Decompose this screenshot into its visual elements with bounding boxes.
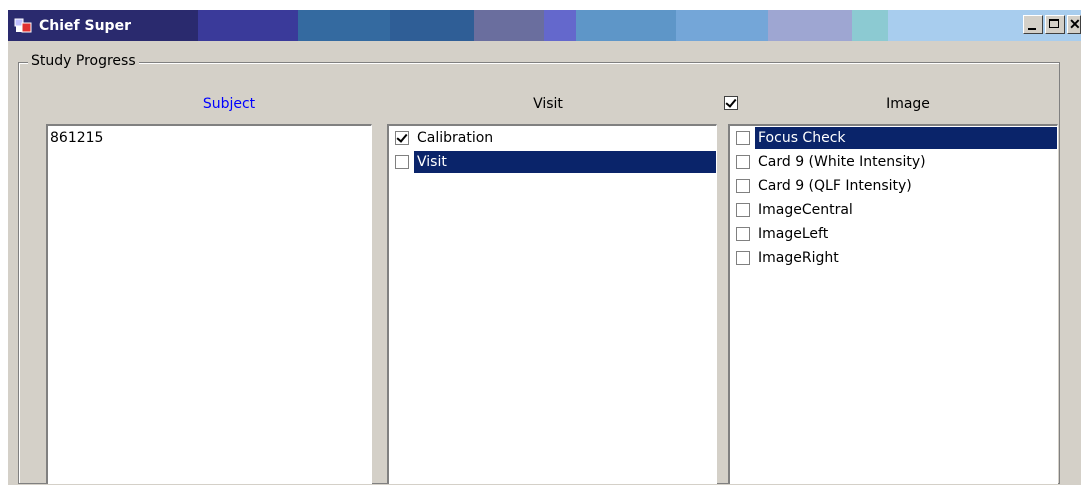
window-title: Chief Super xyxy=(39,17,131,34)
close-icon: ✕ xyxy=(1069,16,1081,32)
subject-list-item[interactable]: 861215 xyxy=(48,126,371,150)
title-bar[interactable] xyxy=(8,10,1081,41)
visit-checkbox[interactable] xyxy=(395,131,409,145)
image-label: ImageRight xyxy=(758,250,839,266)
image-list-item[interactable]: Focus Check xyxy=(730,126,1057,150)
minimize-button[interactable] xyxy=(1023,15,1043,34)
image-list-item[interactable]: ImageRight xyxy=(730,246,1057,270)
subject-listbox[interactable]: 861215 xyxy=(46,124,372,484)
image-checkbox[interactable] xyxy=(736,251,750,265)
image-listbox[interactable]: Focus Check Card 9 (White Intensity) Card … xyxy=(728,124,1058,484)
visit-checkbox[interactable] xyxy=(395,155,409,169)
image-list-item[interactable]: Card 9 (White Intensity) xyxy=(730,150,1057,174)
app-flag-icon[interactable] xyxy=(13,17,35,35)
image-checkbox[interactable] xyxy=(736,131,750,145)
close-button[interactable]: ✕ xyxy=(1067,15,1081,34)
image-label: Card 9 (White Intensity) xyxy=(758,154,926,170)
study-progress-label: Study Progress xyxy=(28,53,139,69)
visit-listbox[interactable]: Calibration Visit xyxy=(387,124,717,484)
visit-column-header[interactable]: Visit xyxy=(498,96,598,112)
image-select-all-checkbox[interactable] xyxy=(724,96,738,110)
image-list-item[interactable]: ImageCentral xyxy=(730,198,1057,222)
image-list-item[interactable]: Card 9 (QLF Intensity) xyxy=(730,174,1057,198)
visit-label: Visit xyxy=(414,151,716,173)
image-label: ImageLeft xyxy=(758,226,829,242)
visit-label: Calibration xyxy=(417,130,494,146)
image-checkbox[interactable] xyxy=(736,203,750,217)
image-checkbox[interactable] xyxy=(736,227,750,241)
image-label: Card 9 (QLF Intensity) xyxy=(758,178,912,194)
image-checkbox[interactable] xyxy=(736,155,750,169)
image-checkbox[interactable] xyxy=(736,179,750,193)
window-controls: ✕ xyxy=(1023,15,1081,34)
title-area: Chief Super xyxy=(8,10,131,41)
image-list-item[interactable]: ImageLeft xyxy=(730,222,1057,246)
image-column-header[interactable]: Image xyxy=(848,96,968,112)
subject-id-label: 861215 xyxy=(50,130,104,146)
image-label: Focus Check xyxy=(755,127,1057,149)
maximize-icon xyxy=(1049,19,1059,28)
minimize-icon xyxy=(1028,28,1036,30)
visit-list-item[interactable]: Calibration xyxy=(389,126,716,150)
subject-column-header[interactable]: Subject xyxy=(174,96,284,112)
maximize-button[interactable] xyxy=(1045,15,1065,34)
image-label: ImageCentral xyxy=(758,202,853,218)
visit-list-item[interactable]: Visit xyxy=(389,150,716,174)
